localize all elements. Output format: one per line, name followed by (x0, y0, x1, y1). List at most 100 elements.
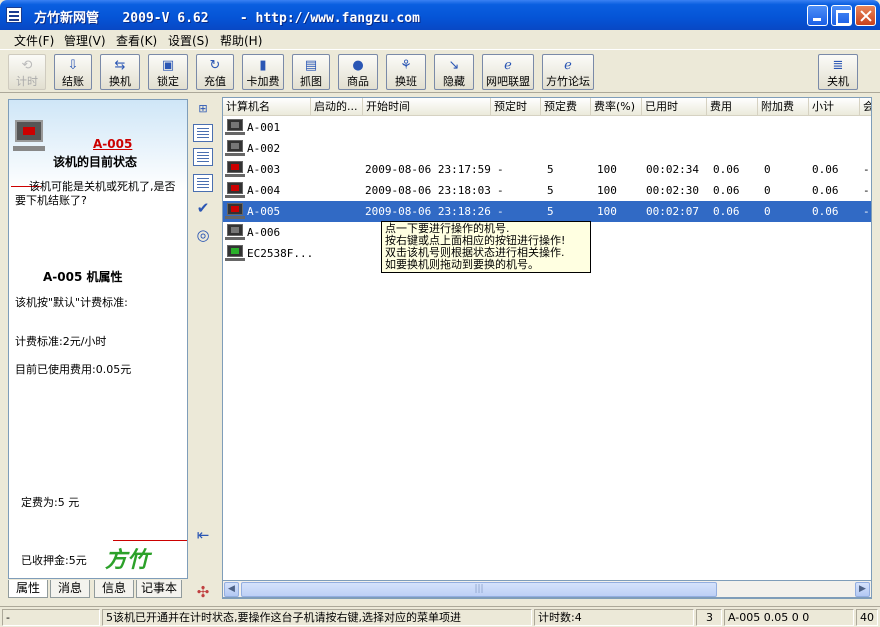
menu-file[interactable]: 文件(F) (12, 31, 56, 50)
computer-list[interactable]: 计算机名 启动的... 开始时间 预定时 预定费 费率(%) 已用时 费用 附加… (222, 97, 872, 599)
maximize-button[interactable] (831, 5, 852, 26)
cell-start: 2009-08-06 23:18:03 (365, 184, 491, 197)
forum-button[interactable]: ℯ 方竹论坛 (542, 54, 594, 90)
list-view-icon[interactable] (193, 148, 213, 166)
col-extra-fee[interactable]: 附加费 (758, 98, 809, 116)
horizontal-scrollbar[interactable]: ◀ ||| ▶ (222, 580, 872, 598)
cell-reserve-time: - (497, 205, 504, 218)
col-subtotal[interactable]: 小计 (809, 98, 860, 116)
tab-notepad[interactable]: 记事本 (136, 580, 182, 598)
ie-icon: ℯ (564, 58, 572, 73)
status-left: - (2, 609, 100, 626)
timer-icon: ⟲ (21, 58, 33, 73)
cell-used: 00:02:34 (646, 163, 699, 176)
details-view-icon[interactable] (193, 174, 213, 192)
goods-icon: ● (352, 58, 364, 73)
table-row[interactable]: A-003 2009-08-06 23:17:59-5 100 00:02:34 0.0… (223, 159, 871, 180)
status-right: 40 (856, 609, 878, 626)
large-icons-view-icon[interactable]: ⊞ (193, 99, 213, 119)
cell-rate: 100 (597, 205, 617, 218)
computer-name: A-006 (247, 226, 281, 239)
scroll-right-button[interactable]: ▶ (855, 582, 870, 597)
menu-view[interactable]: 查看(K) (114, 31, 159, 50)
status-info: A-005 0.05 0 0 (724, 609, 854, 626)
computer-name: A-005 (247, 205, 281, 218)
menu-help[interactable]: 帮助(H) (218, 31, 264, 50)
cell-member: - (863, 205, 870, 218)
computer-name: A-003 (247, 163, 281, 176)
tool-icon[interactable]: ✣ (193, 582, 213, 602)
status-bar: - 5该机已开通并在计时状态,要操作这台子机请按右键,选择对应的菜单项进 计时数… (0, 606, 880, 627)
col-rate[interactable]: 费率(%) (591, 98, 642, 116)
cell-reserve-fee: 5 (547, 205, 554, 218)
cell-subtotal: 0.06 (812, 163, 839, 176)
tab-info[interactable]: 信息 (94, 580, 134, 598)
machine-name: A-005 (93, 137, 133, 151)
computer-name: A-001 (247, 121, 281, 134)
collapse-left-icon[interactable]: ⇤ (193, 525, 213, 545)
cell-start: 2009-08-06 23:18:26 (365, 205, 491, 218)
menu-settings[interactable]: 设置(S) (166, 31, 211, 50)
table-row[interactable]: A-004 2009-08-06 23:18:03-5 100 00:02:30 0.0… (223, 180, 871, 201)
cell-subtotal: 0.06 (812, 205, 839, 218)
cell-start: 2009-08-06 23:17:59 (365, 163, 491, 176)
compass-icon[interactable]: ◎ (193, 225, 213, 245)
table-row[interactable]: A-005 2009-08-06 23:18:26-5 100 00:02:07 0.0… (223, 201, 871, 222)
swap-machine-icon: ⇆ (114, 58, 126, 73)
cell-reserve-time: - (497, 184, 504, 197)
lock-button[interactable]: ▣ 锁定 (148, 54, 188, 90)
tab-properties[interactable]: 属性 (8, 580, 48, 598)
shift-button[interactable]: ⚘ 换班 (386, 54, 426, 90)
shutdown-button[interactable]: ≣ 关机 (818, 54, 858, 90)
col-used-time[interactable]: 已用时 (642, 98, 707, 116)
menu-manage[interactable]: 管理(V) (62, 31, 108, 50)
computer-icon (227, 119, 243, 131)
timer-button[interactable]: ⟲ 计时 (8, 54, 46, 90)
ie-icon: ℯ (504, 58, 512, 73)
table-row[interactable]: A-002 (223, 138, 871, 159)
goods-button[interactable]: ● 商品 (338, 54, 378, 90)
cell-reserve-fee: 5 (547, 163, 554, 176)
col-computer-name[interactable]: 计算机名 (223, 98, 311, 116)
col-member[interactable]: 会 (860, 98, 871, 116)
cell-member: - (863, 163, 870, 176)
shift-icon: ⚘ (400, 58, 412, 73)
cell-extra: 0 (764, 163, 771, 176)
list-header: 计算机名 启动的... 开始时间 预定时 预定费 费率(%) 已用时 费用 附加… (223, 98, 871, 116)
hide-button[interactable]: ↘ 隐藏 (434, 54, 474, 90)
app-icon[interactable] (6, 7, 22, 23)
checkout-icon: ⇩ (67, 58, 79, 73)
cell-subtotal: 0.06 (812, 184, 839, 197)
status-timer-count: 计时数:4 (534, 609, 694, 626)
cell-extra: 0 (764, 205, 771, 218)
check-icon[interactable]: ✔ (193, 198, 213, 218)
col-start-time[interactable]: 开始时间 (363, 98, 491, 116)
col-reserve-fee[interactable]: 预定费 (541, 98, 591, 116)
close-button[interactable] (855, 5, 876, 26)
swap-machine-button[interactable]: ⇆ 换机 (100, 54, 140, 90)
recharge-button[interactable]: ↻ 充值 (196, 54, 234, 90)
minimize-button[interactable] (807, 5, 828, 26)
card-fee-button[interactable]: ▮ 卡加费 (242, 54, 284, 90)
computer-name: A-002 (247, 142, 281, 155)
props-title: A-005 机属性 (43, 270, 123, 284)
tab-messages[interactable]: 消息 (50, 580, 90, 598)
table-row[interactable]: A-001 (223, 117, 871, 138)
col-started[interactable]: 启动的... (311, 98, 363, 116)
col-fee[interactable]: 费用 (707, 98, 758, 116)
scroll-thumb[interactable]: ||| (241, 582, 717, 597)
left-panel-tabs: 属性 消息 信息 记事本 (8, 580, 188, 598)
computer-icon (227, 161, 243, 173)
scroll-left-button[interactable]: ◀ (224, 582, 239, 597)
billing-mode: 该机按"默认"计费标准: (15, 296, 128, 309)
status-message: 5该机已开通并在计时状态,要操作这台子机请按右键,选择对应的菜单项进 (102, 609, 532, 626)
small-icons-view-icon[interactable] (193, 124, 213, 142)
computer-name: A-004 (247, 184, 281, 197)
screenshot-button[interactable]: ▤ 抓图 (292, 54, 330, 90)
checkout-button[interactable]: ⇩ 结账 (54, 54, 92, 90)
brand-logo: 方竹 (105, 547, 150, 573)
help-tooltip: 点一下要进行操作的机号. 按右键或点上面相应的按钮进行操作! 双击该机号则根据状… (381, 221, 591, 273)
col-reserve-time[interactable]: 预定时 (491, 98, 541, 116)
netbar-alliance-button[interactable]: ℯ 网吧联盟 (482, 54, 534, 90)
computer-icon (227, 224, 243, 236)
